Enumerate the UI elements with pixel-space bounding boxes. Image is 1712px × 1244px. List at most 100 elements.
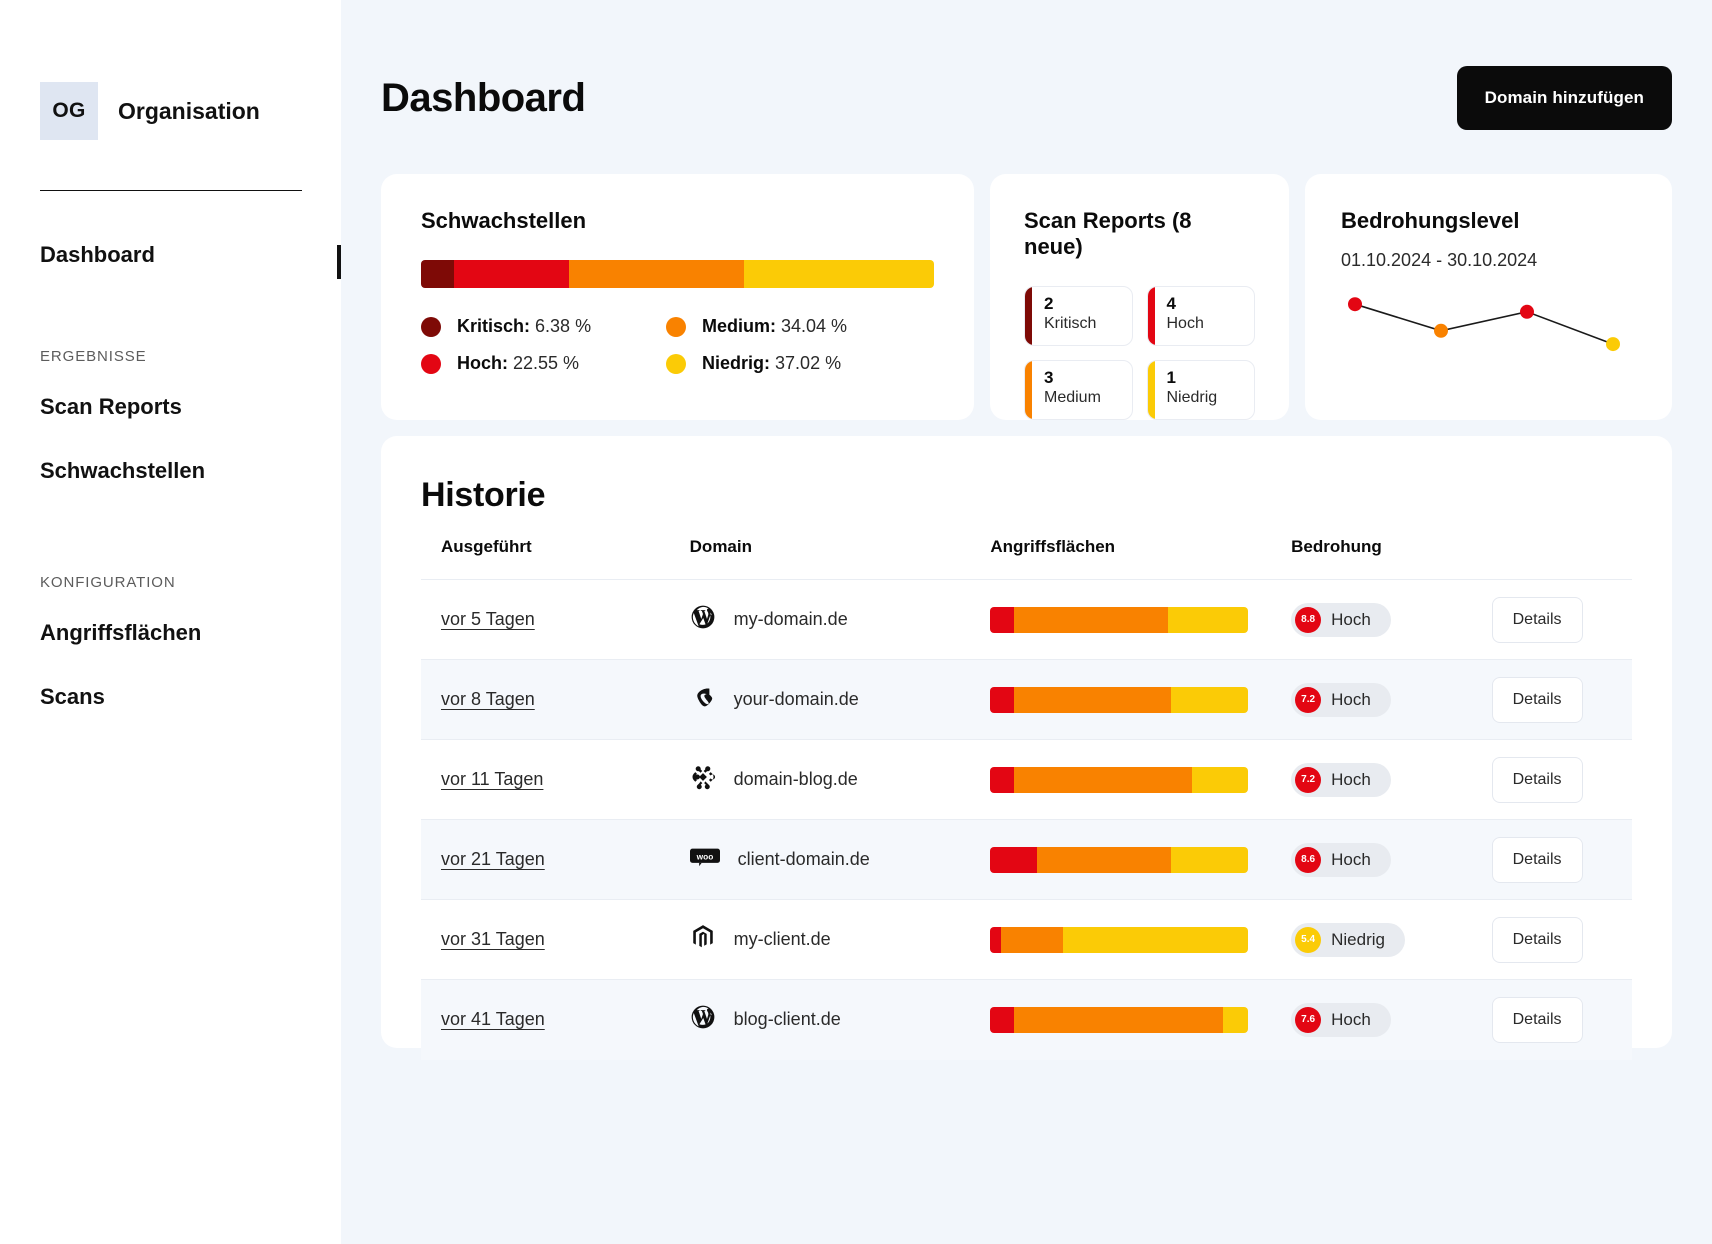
add-domain-button[interactable]: Domain hinzufügen	[1456, 66, 1672, 130]
cell-angriffsflaechen	[990, 980, 1291, 1060]
cell-ausgefuehrt: vor 41 Tagen	[421, 980, 690, 1060]
sidebar-item-dashboard[interactable]: Dashboard	[40, 233, 301, 278]
attack-surface-segment-2	[1062, 926, 1249, 953]
attack-surface-segment-2	[1222, 1006, 1249, 1033]
details-button[interactable]: Details	[1491, 836, 1583, 883]
threat-point-3[interactable]	[1606, 337, 1620, 352]
legend-dot-niedrig	[666, 353, 686, 374]
attack-surface-segment-1	[1036, 846, 1171, 873]
cell-domain: your-domain.de	[690, 660, 991, 740]
cell-domain: domain-blog.de	[690, 740, 991, 820]
attack-surface-bar	[990, 606, 1249, 633]
cell-angriffsflaechen	[990, 580, 1291, 660]
sidebar: OG Organisation Dashboard ERGEBNISSE Sca…	[0, 0, 341, 1244]
attack-surface-segment-1	[1000, 926, 1063, 953]
run-timestamp-link[interactable]: vor 5 Tagen	[441, 609, 535, 629]
chip-body: 2 Kritisch	[1032, 287, 1096, 345]
cell-domain: blog-client.de	[690, 980, 991, 1060]
table-row[interactable]: vor 5 Tagen my-domain.de 8.8 Hoch Details	[421, 579, 1632, 660]
sidebar-group-label-konfiguration: KONFIGURATION	[40, 573, 176, 591]
scan-severity-chip-medium[interactable]: 3 Medium	[1024, 360, 1133, 420]
threat-point-1[interactable]	[1434, 323, 1448, 338]
chip-label: Medium	[1044, 388, 1101, 406]
chip-label: Kritisch	[1044, 314, 1097, 332]
attack-surface-segment-1	[1013, 686, 1171, 713]
sidebar-group-ergebnisse: ERGEBNISSE Scan Reports Schwachstellen	[40, 348, 301, 494]
cell-domain: my-domain.de	[690, 580, 991, 660]
cell-actions: Details	[1491, 900, 1632, 980]
details-button[interactable]: Details	[1491, 596, 1583, 643]
chip-count: 3	[1044, 368, 1054, 387]
organisation-avatar: OG	[40, 82, 98, 140]
vuln-bar-segment-2	[569, 260, 745, 288]
threat-level-label: Hoch	[1331, 689, 1371, 709]
column-header-actions	[1492, 537, 1632, 580]
domain-name: blog-client.de	[733, 1009, 841, 1030]
attack-surface-segment-0	[990, 1006, 1014, 1033]
attack-surface-segment-2	[1191, 766, 1249, 793]
cell-actions: Details	[1491, 660, 1632, 740]
run-timestamp-link[interactable]: vor 11 Tagen	[441, 769, 543, 789]
domain-cell: my-client.de	[690, 924, 991, 955]
threat-score: 7.6	[1295, 1006, 1322, 1033]
threat-level-card-title: Bedrohungslevel	[1341, 208, 1520, 233]
legend-item-kritisch: Kritisch: 6.38 %	[421, 316, 666, 337]
run-timestamp-link[interactable]: vor 21 Tagen	[441, 849, 545, 869]
run-timestamp-link[interactable]: vor 41 Tagen	[441, 1009, 545, 1029]
vulnerabilities-card-title: Schwachstellen	[421, 208, 587, 233]
chip-body: 1 Niedrig	[1155, 361, 1218, 419]
attack-surface-segment-1	[1013, 1006, 1223, 1033]
app-root: OG Organisation Dashboard ERGEBNISSE Sca…	[0, 0, 1712, 1244]
details-button[interactable]: Details	[1491, 916, 1583, 963]
chip-count: 1	[1166, 368, 1176, 387]
magento-icon	[690, 924, 716, 955]
chip-count: 2	[1044, 294, 1054, 313]
attack-surface-bar	[990, 926, 1249, 953]
column-header-ausgefuehrt: Ausgeführt	[441, 537, 532, 556]
details-button[interactable]: Details	[1491, 996, 1583, 1043]
sidebar-item-scan-reports[interactable]: Scan Reports	[40, 385, 301, 430]
cell-actions: Details	[1491, 740, 1632, 820]
attack-surface-segment-0	[990, 926, 1001, 953]
cell-angriffsflaechen	[990, 660, 1291, 740]
sidebar-item-angriffsflaechen[interactable]: Angriffsflächen	[40, 611, 301, 656]
sidebar-item-scans[interactable]: Scans	[40, 675, 301, 720]
attack-surface-bar	[990, 766, 1249, 793]
run-timestamp-link[interactable]: vor 31 Tagen	[441, 929, 545, 949]
threat-point-0[interactable]	[1348, 297, 1362, 312]
threat-score: 7.2	[1295, 686, 1322, 713]
scan-severity-chip-kritisch[interactable]: 2 Kritisch	[1024, 286, 1133, 346]
vulnerabilities-card: Schwachstellen Kritisch: 6.38 % Medium: …	[381, 174, 974, 420]
organisation-switcher[interactable]: OG Organisation	[40, 82, 301, 140]
threat-level-label: Hoch	[1331, 769, 1371, 789]
run-timestamp-link[interactable]: vor 8 Tagen	[441, 689, 535, 709]
cell-angriffsflaechen	[990, 740, 1291, 820]
sidebar-item-schwachstellen[interactable]: Schwachstellen	[40, 449, 301, 494]
table-row[interactable]: vor 8 Tagen your-domain.de 7.2 Hoch Details	[421, 659, 1632, 740]
chip-body: 4 Hoch	[1155, 287, 1204, 345]
threat-point-2[interactable]	[1520, 304, 1534, 319]
attack-surface-segment-2	[1170, 686, 1249, 713]
cell-ausgefuehrt: vor 8 Tagen	[421, 660, 690, 740]
details-button[interactable]: Details	[1491, 756, 1583, 803]
scan-severity-chip-niedrig[interactable]: 1 Niedrig	[1146, 360, 1255, 420]
summary-cards-row: Schwachstellen Kritisch: 6.38 % Medium: …	[381, 174, 1672, 420]
domain-cell: my-domain.de	[690, 604, 991, 635]
cell-domain: my-client.de	[690, 900, 991, 980]
cell-ausgefuehrt: vor 21 Tagen	[421, 820, 690, 900]
table-row[interactable]: vor 21 Tagen woo client-domain.de 8.6 Hoch De…	[421, 819, 1632, 900]
threat-level-label: Niedrig	[1331, 929, 1385, 949]
attack-surface-bar	[990, 1006, 1249, 1033]
threat-level-label: Hoch	[1331, 1009, 1371, 1029]
scan-severity-chip-hoch[interactable]: 4 Hoch	[1146, 286, 1255, 346]
history-table-head: Ausgeführt Domain Angriffsflächen Bedroh…	[421, 537, 1632, 580]
main-content: Dashboard Domain hinzufügen Schwachstell…	[341, 0, 1712, 1244]
threat-level-date-range: 01.10.2024 - 30.10.2024	[1341, 250, 1538, 270]
legend-label-niedrig: Niedrig:	[702, 353, 771, 373]
table-row[interactable]: vor 31 Tagen my-client.de 5.4 Niedrig Detail…	[421, 899, 1632, 980]
scan-reports-card: Scan Reports (8 neue) 2 Kritisch 4 Hoch 3 Med…	[990, 174, 1289, 420]
table-row[interactable]: vor 11 Tagen domain-blog.de 7.2 Hoch Details	[421, 739, 1632, 820]
details-button[interactable]: Details	[1491, 676, 1583, 723]
legend-item-niedrig: Niedrig: 37.02 %	[666, 353, 934, 374]
table-row[interactable]: vor 41 Tagen blog-client.de 7.6 Hoch Details	[421, 979, 1632, 1060]
